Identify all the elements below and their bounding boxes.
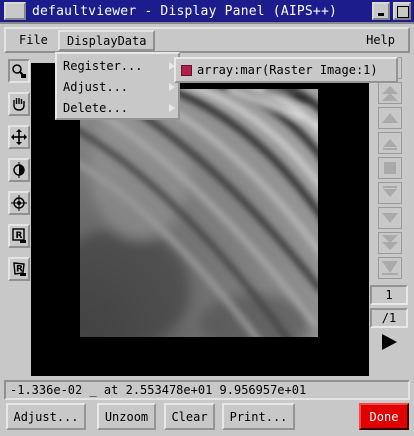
rectangle-region-tool-button[interactable]: R xyxy=(8,224,30,248)
unzoom-button[interactable]: Unzoom xyxy=(97,403,156,430)
crosshair-position-tool-icon xyxy=(11,195,27,211)
play-triangle-icon xyxy=(382,334,397,350)
menu-displaydata[interactable]: DisplayData xyxy=(58,30,156,51)
polygon-region-tool-icon: R xyxy=(13,262,26,276)
menu-item-adjust-label: Adjust... xyxy=(63,80,129,94)
window-titlebar: defaultviewer - Display Panel (AIPS++) xyxy=(0,0,414,24)
raster-image xyxy=(80,89,318,337)
position-status-line: -1.336e-02 _ at 2.553478e+01 9.956957e+0… xyxy=(4,380,410,400)
zoom-tool-button[interactable] xyxy=(8,59,30,83)
play-forward-icon xyxy=(382,213,398,223)
play-backward-icon xyxy=(382,113,398,123)
step-up-double-icon xyxy=(382,86,398,101)
stop-button[interactable] xyxy=(378,157,402,179)
step-forward-button[interactable] xyxy=(378,182,402,204)
clear-button[interactable]: Clear xyxy=(164,403,215,430)
play-button[interactable] xyxy=(372,330,406,354)
menu-file[interactable]: File xyxy=(12,31,55,51)
stop-square-icon xyxy=(384,162,396,174)
rewind-button[interactable] xyxy=(378,107,402,129)
pan-hand-tool-icon xyxy=(13,98,25,111)
minimize-button[interactable] xyxy=(372,2,390,20)
menubar: File DisplayData Help xyxy=(4,27,410,53)
checkbox-checked-icon[interactable] xyxy=(181,64,192,76)
move-crosshair-tool-icon xyxy=(11,129,27,145)
submenu-arrow-icon xyxy=(169,83,175,91)
rectangle-region-tool-icon: R xyxy=(12,228,26,243)
register-submenu: array:mar(Raster Image:1) xyxy=(174,57,398,83)
register-item-label[interactable]: array:mar(Raster Image:1) xyxy=(197,63,378,77)
menu-item-register-label: Register... xyxy=(63,59,143,73)
move-tool-button[interactable] xyxy=(8,125,30,149)
menu-item-adjust[interactable]: Adjust... xyxy=(63,77,175,97)
play-forward-button[interactable] xyxy=(378,207,402,229)
step-back-fast-button[interactable] xyxy=(378,82,402,104)
polygon-region-tool-button[interactable]: R xyxy=(8,257,30,281)
print-button[interactable]: Print... xyxy=(222,403,295,430)
adjust-button[interactable]: Adjust... xyxy=(6,403,86,430)
colormap-tool-button[interactable] xyxy=(8,158,30,182)
raster-image-graphic xyxy=(80,89,318,337)
step-forward-fast-button[interactable] xyxy=(378,232,402,254)
total-frames-label: /1 xyxy=(370,308,408,328)
window-menu-button[interactable] xyxy=(4,2,26,20)
current-frame-field[interactable]: 1 xyxy=(370,285,408,305)
step-back-button[interactable] xyxy=(378,132,402,154)
window-title: defaultviewer - Display Panel (AIPS++) xyxy=(32,3,338,19)
menu-item-delete[interactable]: Delete... xyxy=(63,98,175,118)
color-adjust-tool-icon xyxy=(13,162,25,178)
maximize-button[interactable] xyxy=(393,2,411,20)
step-down-icon xyxy=(383,186,397,197)
skip-to-end-icon xyxy=(382,261,398,275)
menu-help[interactable]: Help xyxy=(359,31,402,51)
done-button[interactable]: Done xyxy=(359,403,409,430)
position-tool-button[interactable] xyxy=(8,191,30,215)
last-frame-button[interactable] xyxy=(378,257,402,279)
submenu-arrow-icon xyxy=(169,104,175,112)
step-up-icon xyxy=(383,139,397,150)
step-down-double-icon xyxy=(382,235,398,250)
displaydata-dropdown: Register... Adjust... Delete... xyxy=(55,52,180,120)
zoom-tool-icon xyxy=(12,64,26,78)
pan-tool-button[interactable] xyxy=(8,92,30,116)
menu-item-register[interactable]: Register... xyxy=(63,56,175,76)
svg-text:R: R xyxy=(16,231,23,241)
menu-item-delete-label: Delete... xyxy=(63,101,129,115)
